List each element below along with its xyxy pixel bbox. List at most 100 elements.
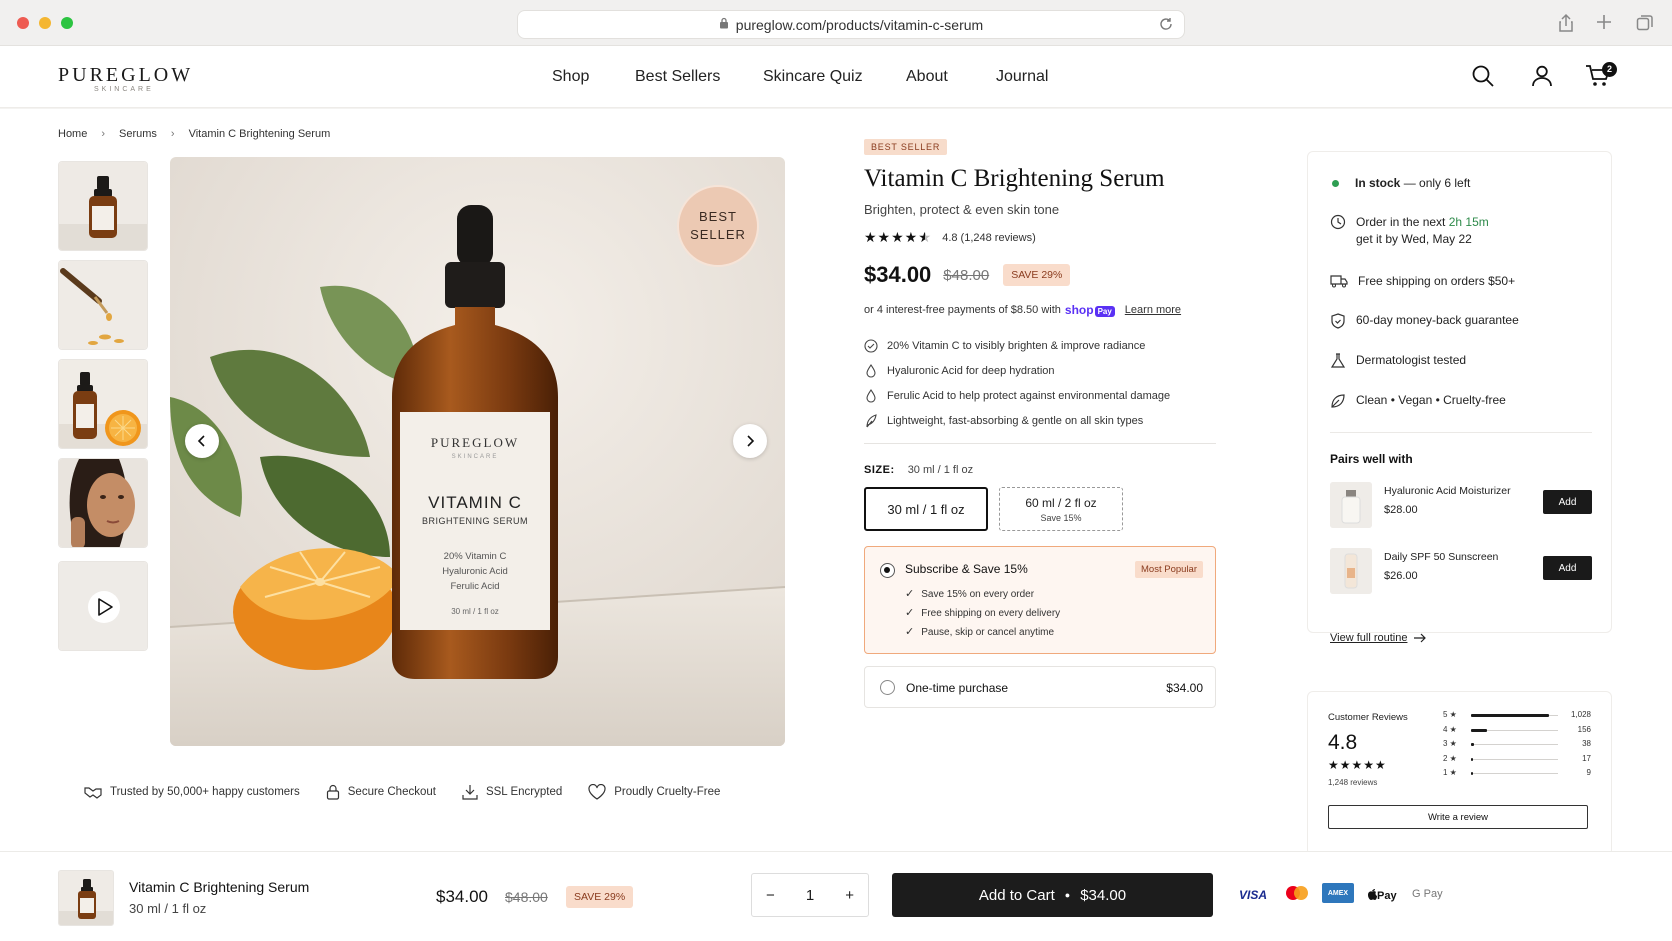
thumbnail-1[interactable] <box>58 161 148 251</box>
size-heading: SIZE: <box>864 464 895 476</box>
benefit-list: 20% Vitamin C to visibly brighten & impr… <box>864 333 1216 433</box>
order-countdown: 2h 15m <box>1448 215 1489 229</box>
prev-image-button[interactable] <box>185 424 219 458</box>
subscribe-radio[interactable] <box>880 563 895 578</box>
divider <box>1330 432 1592 433</box>
increase-quantity-button[interactable]: + <box>845 887 854 904</box>
droplet-icon <box>866 363 876 378</box>
amex-label: AMEX <box>1327 889 1349 897</box>
check-icon: ✓ <box>905 607 915 619</box>
product-title: Vitamin C Brightening Serum <box>864 165 1165 192</box>
rating-text: 4.8 (1,248 reviews) <box>942 231 1036 244</box>
tabs-overview-icon[interactable] <box>1636 14 1654 37</box>
breadcrumb-serums[interactable]: Serums <box>119 128 157 140</box>
search-icon[interactable] <box>1471 64 1495 93</box>
atc-label: Add to Cart <box>978 886 1055 904</box>
thumbnail-4[interactable] <box>58 458 148 548</box>
minimize-window-button[interactable] <box>39 17 51 29</box>
check-circle-icon <box>864 338 878 353</box>
thumbnail-2[interactable] <box>58 260 148 350</box>
installment-text: or 4 interest-free payments of $8.50 wit… <box>864 304 1061 316</box>
separator-dot: ● <box>1064 890 1071 900</box>
one-time-radio[interactable] <box>880 680 895 695</box>
shop-pay-word: shop <box>1064 303 1094 317</box>
rating-bar-row[interactable]: 1 ★ 9 <box>1443 768 1591 780</box>
benefit-text: Ferulic Acid to help protect against env… <box>887 389 1171 402</box>
new-tab-icon[interactable] <box>1596 14 1612 35</box>
breadcrumb: Home › Serums › Vitamin C Brightening Se… <box>58 128 330 140</box>
perk-text: Free shipping on every delivery <box>921 608 1061 619</box>
nav-best-sellers[interactable]: Best Sellers <box>635 68 720 86</box>
pair-name[interactable]: Daily SPF 50 Sunscreen <box>1384 551 1498 563</box>
rating-bar-row[interactable]: 5 ★ 1,028 <box>1443 710 1591 722</box>
rating-bar-label: 3 ★ <box>1443 739 1457 748</box>
pair-product-image[interactable] <box>1330 548 1372 594</box>
close-window-button[interactable] <box>17 17 29 29</box>
star-rating-icon: ★★★★★ <box>1328 758 1387 772</box>
quantity-value[interactable]: 1 <box>806 887 814 904</box>
nav-journal[interactable]: Journal <box>996 68 1048 86</box>
zoom-window-button[interactable] <box>61 17 73 29</box>
next-image-button[interactable] <box>733 424 767 458</box>
learn-more-link[interactable]: Learn more <box>1125 304 1181 316</box>
trust-label: SSL Encrypted <box>485 786 563 798</box>
leaf-icon <box>1331 394 1345 408</box>
star-rating-icon: ★★★★★★ <box>864 229 931 245</box>
thumbnail-3[interactable] <box>58 359 148 449</box>
write-review-button[interactable]: Write a review <box>1328 805 1588 829</box>
thumbnail-video[interactable] <box>58 561 148 651</box>
pair-item: Hyaluronic Acid Moisturizer $28.00 Add <box>1330 482 1592 530</box>
rating-bar-count: 156 <box>1577 724 1591 734</box>
rating-bar-label: 1 ★ <box>1443 768 1457 777</box>
most-popular-badge: Most Popular <box>1135 561 1203 578</box>
lock-icon <box>326 784 339 800</box>
product-page: Home › Serums › Vitamin C Brightening Se… <box>0 109 1672 856</box>
rating-bar-count: 9 <box>1586 768 1591 777</box>
size-option-label: 30 ml / 1 fl oz <box>887 501 965 517</box>
subscribe-title: Subscribe & Save 15% <box>905 562 1028 576</box>
rating-bar-row[interactable]: 2 ★ 17 <box>1443 754 1591 766</box>
nav-shop[interactable]: Shop <box>552 68 589 86</box>
one-time-option[interactable]: One-time purchase $34.00 <box>864 666 1216 708</box>
rating-bar-row[interactable]: 4 ★ 156 <box>1443 725 1591 737</box>
breadcrumb-home[interactable]: Home <box>58 128 87 140</box>
badge-line: BEST <box>699 209 737 224</box>
rating-summary[interactable]: ★★★★★★ 4.8 (1,248 reviews) <box>864 229 1216 246</box>
share-icon[interactable] <box>1557 13 1575 38</box>
rating-bar-fill <box>1471 772 1473 775</box>
subscribe-option[interactable]: Subscribe & Save 15% Most Popular ✓ Save … <box>864 546 1216 654</box>
add-to-cart-button[interactable]: Add to Cart ● $34.00 <box>892 873 1213 917</box>
delivery-date: get it by Wed, May 22 <box>1356 232 1472 246</box>
add-pair-button[interactable]: Add <box>1543 556 1592 580</box>
decrease-quantity-button[interactable]: − <box>766 887 775 904</box>
trust-ssl: SSL Encrypted <box>462 784 562 800</box>
visa-label: VISA <box>1239 888 1268 902</box>
pair-name[interactable]: Hyaluronic Acid Moisturizer <box>1384 485 1511 497</box>
rating-bar-track <box>1471 772 1558 775</box>
brand-logo[interactable]: PUREGLOW SKINCARE <box>58 64 193 93</box>
size-option-60ml[interactable]: 60 ml / 2 fl oz Save 15% <box>999 487 1123 531</box>
browser-toolbar: pureglow.com/products/vitamin-c-serum <box>0 0 1672 46</box>
lock-icon <box>719 17 729 32</box>
gpay-label: G Pay <box>1412 888 1443 900</box>
account-icon[interactable] <box>1530 64 1554 93</box>
pair-product-image[interactable] <box>1330 482 1372 528</box>
add-pair-button[interactable]: Add <box>1543 490 1592 514</box>
size-option-30ml[interactable]: 30 ml / 1 fl oz <box>864 487 988 531</box>
perk-text: Save 15% on every order <box>921 589 1035 600</box>
address-bar[interactable]: pureglow.com/products/vitamin-c-serum <box>517 10 1185 39</box>
subscribe-perk: ✓ Pause, skip or cancel anytime <box>905 625 1054 638</box>
flask-icon <box>1330 353 1346 368</box>
nav-about[interactable]: About <box>906 68 948 86</box>
current-price: $34.00 <box>864 262 932 287</box>
rating-bar-row[interactable]: 3 ★ 38 <box>1443 739 1591 751</box>
price-row: $34.00 $48.00 SAVE 29% <box>864 262 1216 288</box>
view-routine-link[interactable]: View full routine <box>1330 632 1427 644</box>
truck-icon <box>1330 275 1348 288</box>
trust-label: Secure Checkout <box>347 786 436 798</box>
apple-icon <box>1368 889 1377 900</box>
reload-icon[interactable] <box>1158 16 1174 35</box>
nav-skincare-quiz[interactable]: Skincare Quiz <box>763 68 863 86</box>
perk-dermatologist: Dermatologist tested <box>1330 353 1466 369</box>
rating-bar-track <box>1471 714 1558 717</box>
